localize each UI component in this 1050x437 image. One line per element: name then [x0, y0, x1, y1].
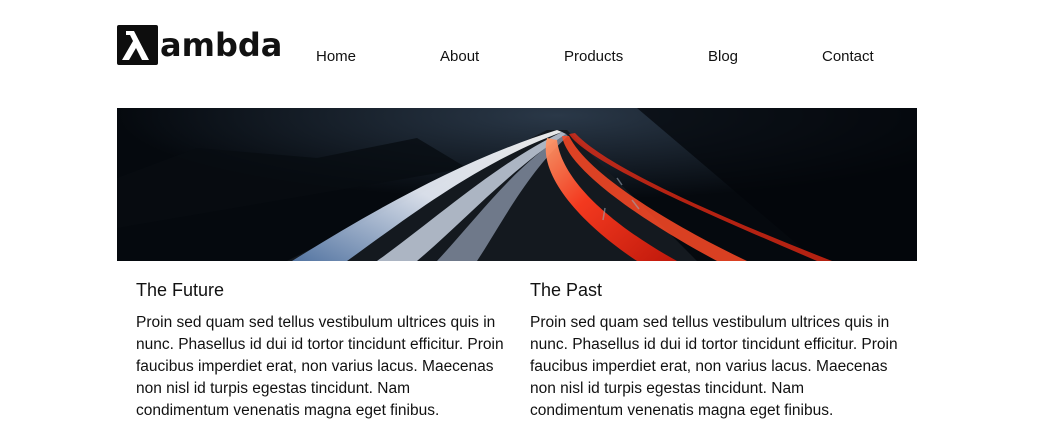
nav-contact[interactable]: Contact: [822, 46, 874, 68]
column-past: The Past Proin sed quam sed tellus vesti…: [530, 277, 900, 422]
site-logo[interactable]: ambda: [117, 25, 282, 65]
nav-about[interactable]: About: [440, 46, 479, 68]
lambda-logo-icon: [117, 25, 158, 65]
nav-home[interactable]: Home: [316, 46, 356, 68]
column-title: The Future: [136, 280, 225, 300]
column-body: Proin sed quam sed tellus vestibulum ult…: [530, 314, 898, 419]
nav-blog[interactable]: Blog: [708, 46, 738, 68]
column-title: The Past: [530, 280, 603, 300]
column-future: The Future Proin sed quam sed tellus ves…: [136, 277, 506, 422]
hero-image: [117, 108, 917, 261]
logo-wordmark: ambda: [160, 26, 283, 64]
column-body: Proin sed quam sed tellus vestibulum ult…: [136, 314, 504, 419]
nav-products[interactable]: Products: [564, 46, 623, 68]
page: ambda Home About Products Blog Contact T…: [0, 0, 1050, 437]
